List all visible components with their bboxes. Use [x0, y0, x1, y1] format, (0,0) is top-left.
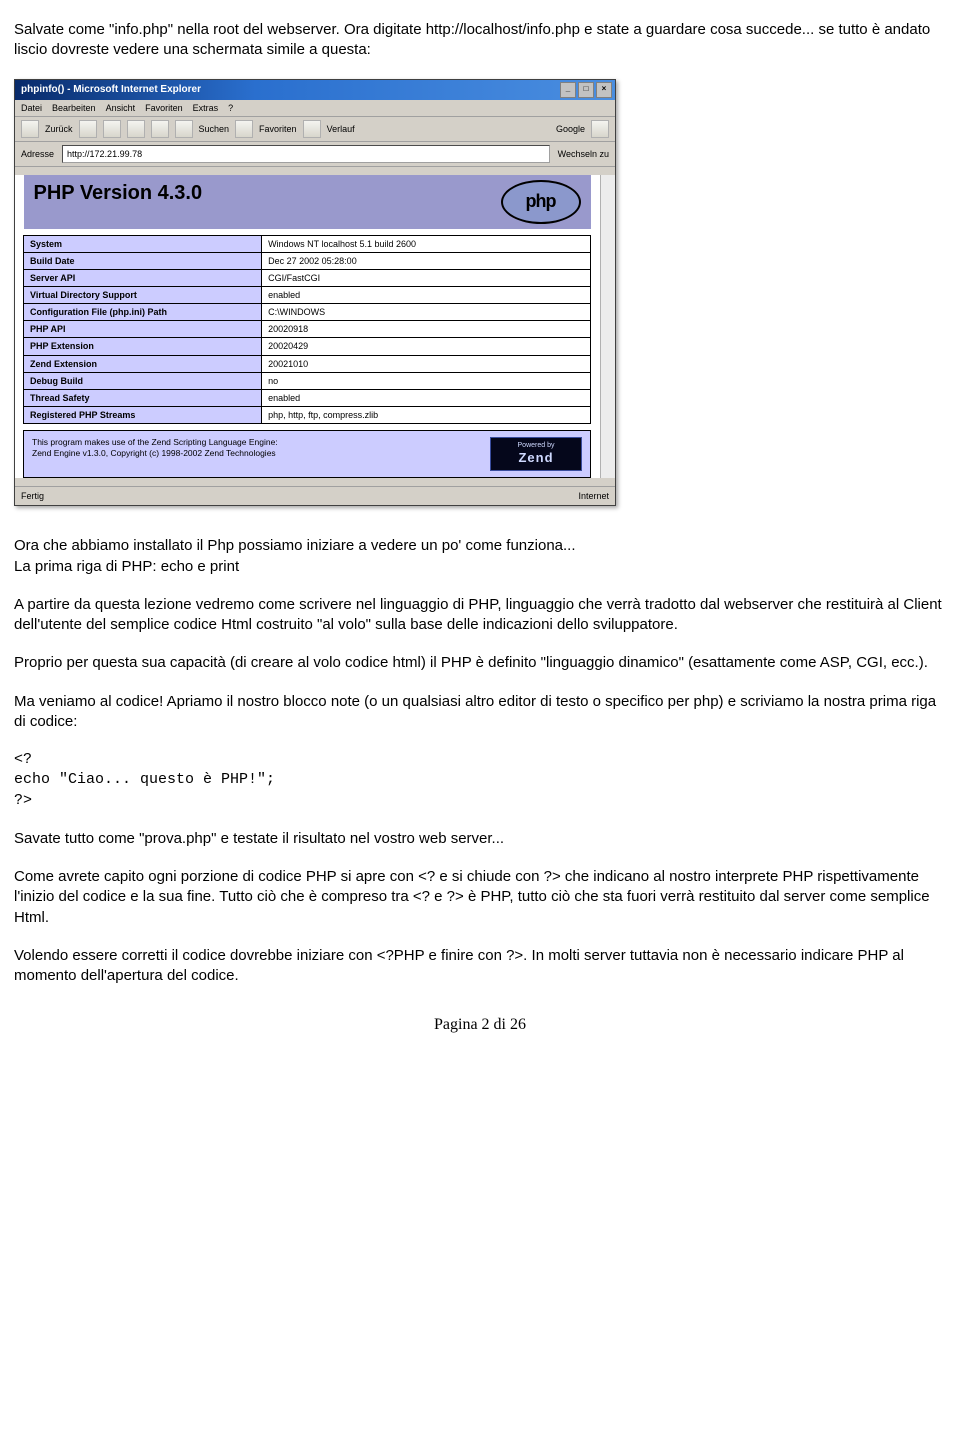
- phpinfo-version: PHP Version 4.3.0: [34, 182, 203, 204]
- phpinfo-table: PHP Version 4.3.0 php SystemWindows NT l…: [23, 175, 591, 479]
- menu-item-favorites[interactable]: Favoriten: [145, 102, 183, 114]
- table-row: Virtual Directory Supportenabled: [24, 287, 591, 304]
- menu-item-edit[interactable]: Bearbeiten: [52, 102, 96, 114]
- google-toolbar-icon[interactable]: [591, 120, 609, 138]
- table-row: Debug Buildno: [24, 372, 591, 389]
- back-label: Zurück: [45, 123, 73, 135]
- menu-item-file[interactable]: Datei: [21, 102, 42, 114]
- table-row: Zend Extension20021010: [24, 355, 591, 372]
- code-line: <?: [14, 751, 32, 768]
- favorites-label: Favoriten: [259, 123, 297, 135]
- table-row: Registered PHP Streamsphp, http, ftp, co…: [24, 407, 591, 424]
- search-label: Suchen: [199, 123, 230, 135]
- favorites-icon[interactable]: [235, 120, 253, 138]
- menu-item-view[interactable]: Ansicht: [106, 102, 136, 114]
- table-row: SystemWindows NT localhost 5.1 build 260…: [24, 235, 591, 252]
- home-icon[interactable]: [151, 120, 169, 138]
- history-icon[interactable]: [303, 120, 321, 138]
- google-toolbar-label: Google: [556, 123, 585, 135]
- back-icon[interactable]: [21, 120, 39, 138]
- status-right: Internet: [578, 490, 609, 502]
- toolbar: Zurück Suchen Favoriten Verlauf Google: [15, 117, 615, 142]
- menu-item-help[interactable]: ?: [228, 102, 233, 114]
- code-line: ?>: [14, 792, 32, 809]
- zend-line2: Zend Engine v1.3.0, Copyright (c) 1998-2…: [32, 448, 276, 458]
- table-row: Server APICGI/FastCGI: [24, 269, 591, 286]
- phpinfo-screenshot: phpinfo() - Microsoft Internet Explorer …: [14, 79, 616, 507]
- php-logo-icon: php: [501, 180, 581, 224]
- paragraph-intro: Salvate come "info.php" nella root del w…: [14, 20, 946, 61]
- paragraph: Proprio per questa sua capacità (di crea…: [14, 653, 946, 673]
- window-buttons: _ □ ×: [560, 82, 612, 98]
- menu-bar: Datei Bearbeiten Ansicht Favoriten Extra…: [15, 100, 615, 117]
- code-block: <? echo "Ciao... questo è PHP!"; ?>: [14, 750, 946, 811]
- zend-credits-row: Powered by Zend This program makes use o…: [24, 431, 591, 478]
- maximize-icon[interactable]: □: [578, 82, 594, 98]
- status-left: Fertig: [21, 490, 44, 502]
- table-row: PHP Extension20020429: [24, 338, 591, 355]
- menu-item-extras[interactable]: Extras: [193, 102, 219, 114]
- zend-line1: This program makes use of the Zend Scrip…: [32, 437, 278, 447]
- address-bar: Adresse Wechseln zu: [15, 142, 615, 167]
- go-button[interactable]: Wechseln zu: [558, 148, 609, 160]
- scrollbar[interactable]: [600, 175, 615, 479]
- stop-icon[interactable]: [103, 120, 121, 138]
- close-icon[interactable]: ×: [596, 82, 612, 98]
- paragraph: Savate tutto come "prova.php" e testate …: [14, 829, 946, 849]
- search-icon[interactable]: [175, 120, 193, 138]
- status-bar: Fertig Internet: [15, 486, 615, 505]
- section-heading: La prima riga di PHP: echo e print: [14, 557, 946, 577]
- browser-viewport: PHP Version 4.3.0 php SystemWindows NT l…: [15, 175, 615, 479]
- paragraph: A partire da questa lezione vedremo come…: [14, 595, 946, 636]
- table-row: Configuration File (php.ini) PathC:\WIND…: [24, 304, 591, 321]
- phpinfo-version-cell: PHP Version 4.3.0 php: [24, 175, 591, 229]
- code-line: echo "Ciao... questo è PHP!";: [14, 771, 275, 788]
- table-row: Build DateDec 27 2002 05:28:00: [24, 252, 591, 269]
- address-label: Adresse: [21, 148, 54, 160]
- minimize-icon[interactable]: _: [560, 82, 576, 98]
- paragraph: Come avrete capito ogni porzione di codi…: [14, 867, 946, 928]
- forward-icon[interactable]: [79, 120, 97, 138]
- paragraph: Ma veniamo al codice! Apriamo il nostro …: [14, 692, 946, 733]
- paragraph: Ora che abbiamo installato il Php possia…: [14, 536, 946, 556]
- history-label: Verlauf: [327, 123, 355, 135]
- page-footer: Pagina 2 di 26: [14, 1014, 946, 1036]
- table-row: Thread Safetyenabled: [24, 389, 591, 406]
- window-titlebar: phpinfo() - Microsoft Internet Explorer …: [15, 80, 615, 100]
- window-title: phpinfo() - Microsoft Internet Explorer: [21, 83, 201, 97]
- table-row: PHP API20020918: [24, 321, 591, 338]
- paragraph: Volendo essere corretti il codice dovreb…: [14, 946, 946, 987]
- address-input[interactable]: [62, 145, 550, 163]
- refresh-icon[interactable]: [127, 120, 145, 138]
- zend-logo-icon: Powered by Zend: [490, 437, 582, 471]
